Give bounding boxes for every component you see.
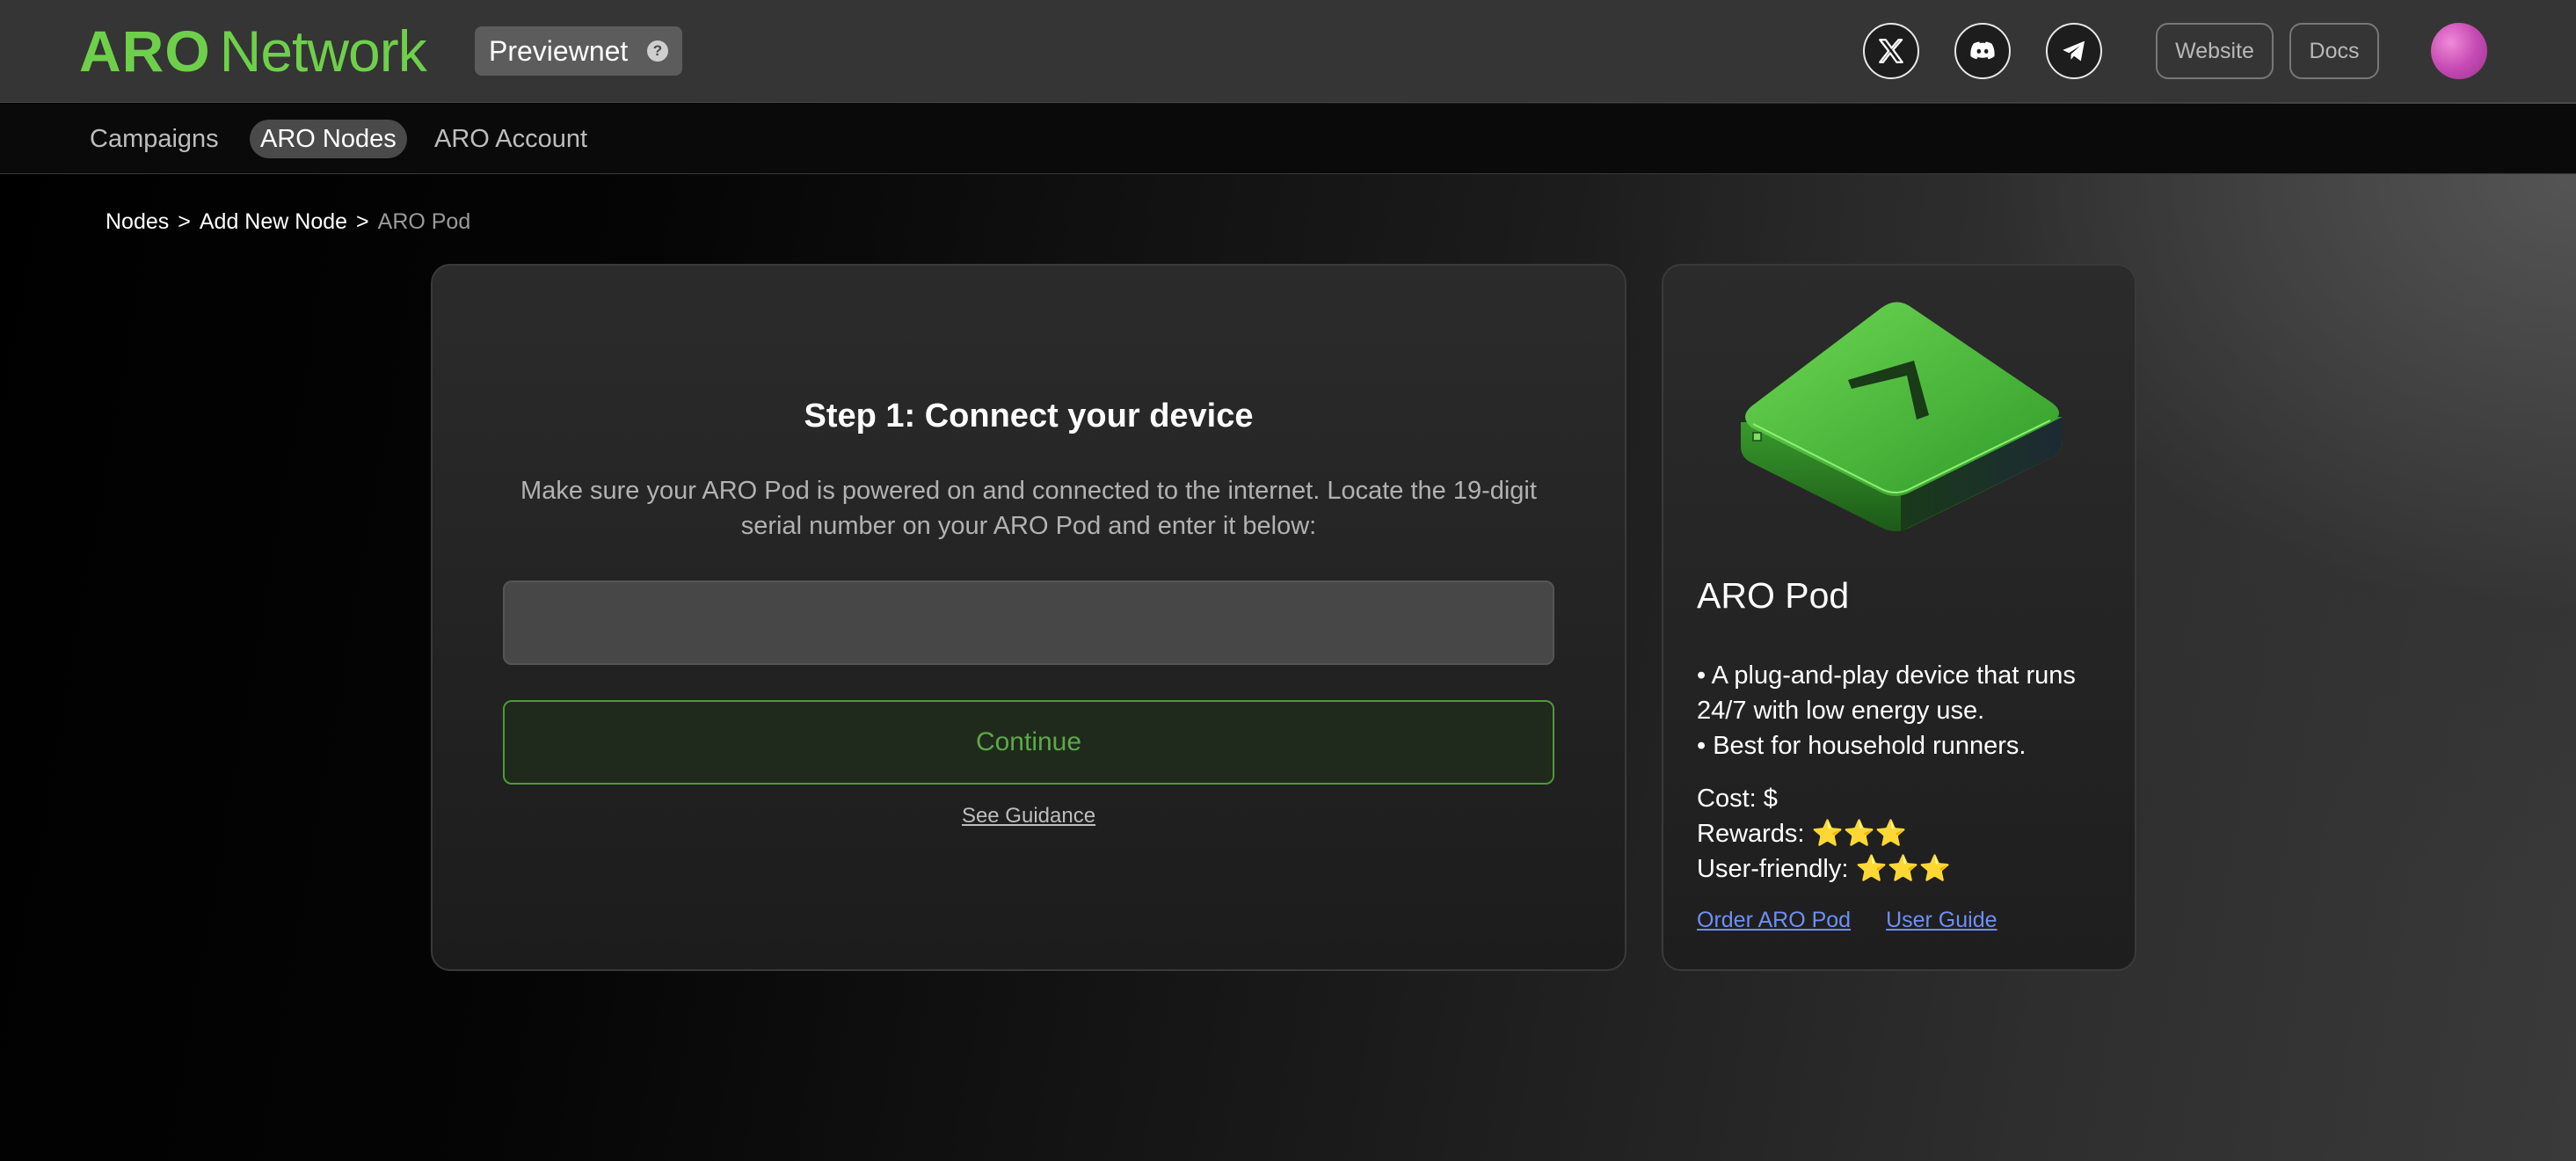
product-stats: Cost: $ Rewards: ⭐⭐⭐ User-friendly: ⭐⭐⭐: [1697, 781, 2110, 887]
breadcrumb: Nodes > Add New Node > ARO Pod: [106, 209, 470, 235]
x-twitter-button[interactable]: [1863, 23, 1919, 79]
breadcrumb-add-new-node[interactable]: Add New Node: [200, 209, 347, 235]
see-guidance-link[interactable]: See Guidance: [433, 804, 1625, 829]
connect-device-card: Step 1: Connect your device Make sure yo…: [431, 264, 1626, 971]
product-features: • A plug-and-play device that runs 24/7 …: [1697, 658, 2110, 763]
telegram-button[interactable]: [2046, 23, 2102, 79]
main-nav: Campaigns ARO Nodes ARO Account: [0, 104, 2576, 174]
order-aro-pod-link[interactable]: Order ARO Pod: [1697, 908, 1851, 933]
breadcrumb-separator: >: [178, 209, 191, 234]
logo-network: Network: [219, 18, 427, 84]
breadcrumb-current: ARO Pod: [377, 209, 471, 234]
feature-item: • A plug-and-play device that runs 24/7 …: [1697, 661, 2076, 725]
product-title: ARO Pod: [1697, 575, 1850, 616]
user-friendly-rating: User-friendly: ⭐⭐⭐: [1697, 855, 1951, 883]
cost-rating: Cost: $: [1697, 785, 1778, 813]
step-title: Step 1: Connect your device: [804, 398, 1254, 434]
serial-number-input[interactable]: [503, 580, 1554, 665]
breadcrumb-separator: >: [356, 209, 369, 234]
aro-network-logo[interactable]: ARO Network: [79, 18, 427, 84]
step-description: Make sure your ARO Pod is powered on and…: [520, 477, 1537, 540]
discord-icon: [1970, 41, 1995, 60]
network-badge-label: Previewnet: [489, 34, 629, 67]
discord-button[interactable]: [1954, 23, 2011, 79]
nav-campaigns[interactable]: Campaigns: [79, 120, 229, 158]
product-card: ARO Pod • A plug-and-play device that ru…: [1662, 264, 2136, 971]
user-guide-link[interactable]: User Guide: [1886, 908, 1997, 933]
logo-aro: ARO: [79, 18, 211, 84]
help-icon[interactable]: ?: [647, 40, 668, 62]
nav-aro-nodes[interactable]: ARO Nodes: [250, 120, 407, 158]
user-avatar[interactable]: [2431, 23, 2487, 79]
telegram-icon: [2063, 40, 2085, 62]
website-button[interactable]: Website: [2156, 23, 2274, 79]
continue-button[interactable]: Continue: [503, 700, 1554, 785]
feature-item: • Best for household runners.: [1697, 732, 2027, 760]
top-header: ARO Network Previewnet ? Website Docs: [0, 0, 2576, 103]
rewards-rating: Rewards: ⭐⭐⭐: [1697, 820, 1907, 848]
x-icon: [1879, 39, 1903, 63]
nav-aro-account[interactable]: ARO Account: [424, 120, 598, 158]
breadcrumb-nodes[interactable]: Nodes: [106, 209, 169, 235]
docs-button[interactable]: Docs: [2289, 23, 2379, 79]
aro-pod-device-image: [1741, 302, 2063, 531]
network-badge[interactable]: Previewnet ?: [475, 26, 682, 76]
product-links: Order ARO Pod User Guide: [1697, 908, 1997, 933]
